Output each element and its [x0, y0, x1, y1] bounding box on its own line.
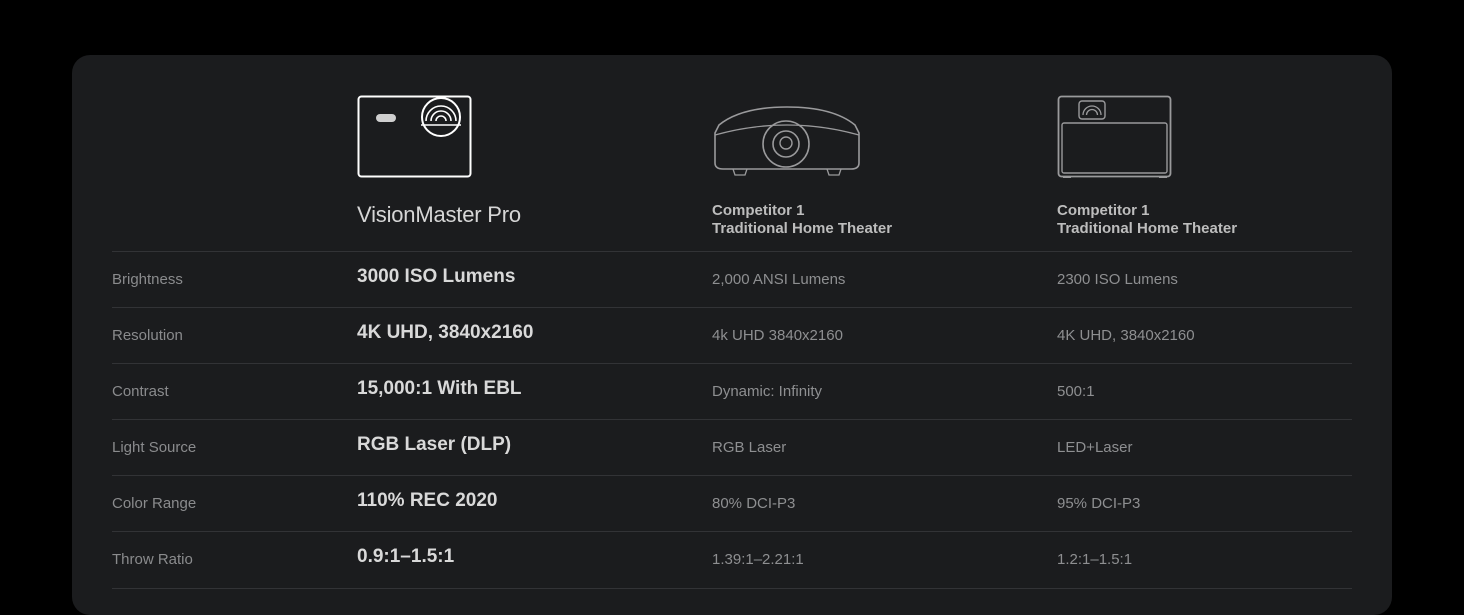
row-label: Light Source	[112, 439, 197, 456]
projector-home-theater-icon	[714, 106, 860, 176]
projector-box-icon	[1057, 95, 1172, 178]
competitor2-value: 4K UHD, 3840x2160	[1057, 327, 1195, 344]
main-product-value: 110% REC 2020	[357, 490, 498, 511]
competitor1-name: Competitor 1 Traditional Home Theater	[712, 202, 892, 238]
competitor1-name-line2: Traditional Home Theater	[712, 220, 893, 237]
row-label: Brightness	[112, 271, 183, 288]
row-label: Contrast	[112, 383, 169, 400]
competitor1-header	[711, 105, 863, 179]
competitor1-value: Dynamic: Infinity	[712, 383, 823, 400]
competitor2-name-line2: Traditional Home Theater	[1057, 220, 1238, 237]
table-row-resolution: Resolution 4K UHD, 3840x2160 4k UHD 3840…	[112, 307, 1352, 364]
competitor2-value: LED+Laser	[1057, 439, 1133, 456]
competitor2-name: Competitor 1 Traditional Home Theater	[1057, 202, 1237, 238]
competitor1-value: RGB Laser	[712, 439, 787, 456]
main-product-value: 4K UHD, 3840x2160	[357, 322, 534, 343]
table-row-light-source: Light Source RGB Laser (DLP) RGB Laser L…	[112, 419, 1352, 476]
competitor2-value: 500:1	[1057, 383, 1095, 400]
main-product-name: VisionMaster Pro	[357, 202, 521, 227]
main-product-value: 3000 ISO Lumens	[357, 266, 516, 287]
competitor2-value: 1.2:1–1.5:1	[1057, 551, 1133, 568]
competitor1-value: 4k UHD 3840x2160	[712, 327, 843, 344]
main-product-value: 0.9:1–1.5:1	[357, 546, 455, 567]
row-label: Resolution	[112, 327, 183, 344]
comparison-card: VisionMaster Pro Competitor 1 Traditiona…	[72, 55, 1392, 615]
competitor2-name-line1: Competitor 1	[1057, 202, 1150, 219]
table-row-color-range: Color Range 110% REC 2020 80% DCI-P3 95%…	[112, 475, 1352, 532]
table-row-throw-ratio: Throw Ratio 0.9:1–1.5:1 1.39:1–2.21:1 1.…	[112, 531, 1352, 589]
row-label: Color Range	[112, 495, 197, 512]
main-product-header	[357, 95, 473, 179]
main-product-value: 15,000:1 With EBL	[357, 378, 522, 399]
competitor2-value: 95% DCI-P3	[1057, 495, 1141, 512]
main-product-value: RGB Laser (DLP)	[357, 434, 512, 455]
table-row-brightness: Brightness 3000 ISO Lumens 2,000 ANSI Lu…	[112, 251, 1352, 308]
table-row-contrast: Contrast 15,000:1 With EBL Dynamic: Infi…	[112, 363, 1352, 420]
projector-compact-icon	[357, 95, 472, 178]
competitor2-value: 2300 ISO Lumens	[1057, 271, 1178, 288]
competitor1-name-line1: Competitor 1	[712, 202, 805, 219]
competitor1-value: 2,000 ANSI Lumens	[712, 271, 846, 288]
competitor1-value: 80% DCI-P3	[712, 495, 796, 512]
competitor1-value: 1.39:1–2.21:1	[712, 551, 804, 568]
competitor2-header	[1057, 95, 1173, 181]
row-label: Throw Ratio	[112, 551, 193, 568]
